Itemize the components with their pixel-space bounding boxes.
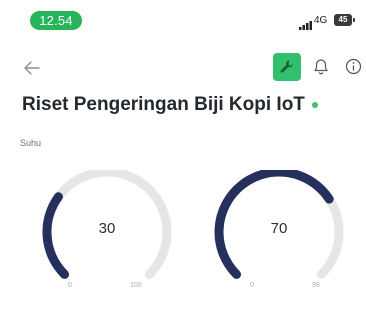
gauge-value: 30 [98, 220, 116, 237]
section-label: Suhu [20, 138, 42, 148]
battery-level: 45 [338, 15, 348, 24]
humidity-gauge: 70 0 98 [204, 170, 354, 300]
gauge-max-label: 98 [312, 282, 320, 289]
status-bar: 12.54 4G 45 [0, 0, 366, 36]
temperature-gauge: 30 0 100 [32, 170, 182, 300]
gauge-value: 70 [270, 220, 288, 237]
bell-icon[interactable] [313, 58, 329, 81]
battery-icon: 45 [334, 14, 355, 26]
gauge-max-label: 100 [130, 282, 142, 289]
status-time: 12.54 [30, 11, 82, 30]
network-type: 4G [314, 15, 328, 26]
gauge-min-label: 0 [68, 282, 72, 289]
page-title: Riset Pengeringan Biji Kopi IoT [22, 94, 305, 115]
signal-icon [299, 17, 312, 35]
wrench-icon [280, 60, 293, 73]
gauge-min-label: 0 [250, 282, 254, 289]
arrow-left-icon[interactable] [22, 59, 42, 77]
online-status-dot [312, 102, 318, 108]
info-icon[interactable] [345, 58, 362, 80]
tools-button[interactable] [273, 53, 301, 81]
app-bar [0, 50, 366, 86]
